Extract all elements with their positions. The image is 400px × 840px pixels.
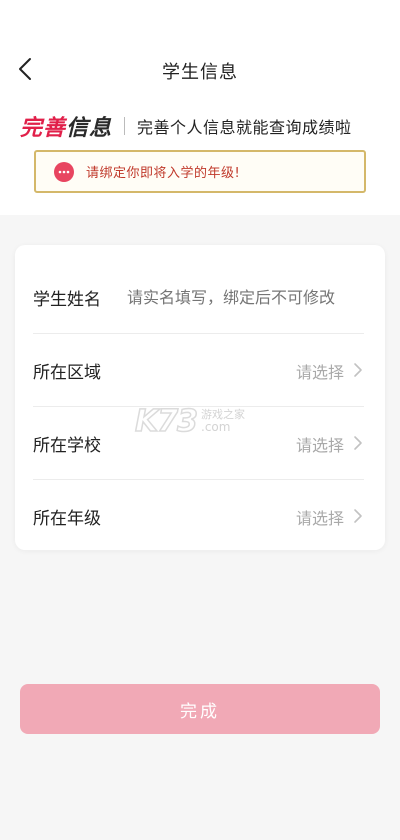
name-row: 学生姓名	[33, 261, 378, 334]
region-label: 所在区域	[33, 363, 101, 383]
grade-value: 请选择	[295, 508, 344, 528]
submit-button[interactable]: 完成	[20, 684, 380, 734]
notice-text: 请绑定你即将入学的年级!	[86, 166, 241, 181]
chat-bubble-icon	[54, 161, 74, 182]
grade-notice: 请绑定你即将入学的年级!	[34, 150, 366, 193]
school-row[interactable]: 所在学校 请选择	[33, 407, 378, 480]
brand-title-part1: 完善	[20, 116, 67, 141]
school-label: 所在学校	[33, 436, 101, 456]
grade-label: 所在年级	[33, 509, 101, 529]
banner-subtitle: 完善个人信息就能查询成绩啦	[137, 118, 352, 137]
banner-divider	[124, 117, 126, 135]
nav-bar: 学生信息	[0, 48, 400, 92]
grade-row[interactable]: 所在年级 请选择	[33, 480, 378, 553]
brand-title-part2: 信息	[66, 116, 113, 141]
school-value: 请选择	[295, 435, 344, 455]
brand-title: 完善信息	[20, 110, 112, 142]
page-title: 学生信息	[162, 62, 238, 83]
chevron-right-icon	[354, 436, 362, 450]
name-label: 学生姓名	[33, 290, 101, 310]
chevron-right-icon	[354, 363, 362, 377]
chevron-right-icon	[354, 509, 362, 523]
name-input[interactable]	[125, 288, 378, 307]
banner: 完善信息 完善个人信息就能查询成绩啦	[20, 110, 352, 142]
region-value: 请选择	[295, 362, 344, 382]
student-info-form: 学生姓名 所在区域 请选择 所在学校 请选择 所在年级 请选择	[15, 245, 385, 550]
region-row[interactable]: 所在区域 请选择	[33, 334, 378, 407]
